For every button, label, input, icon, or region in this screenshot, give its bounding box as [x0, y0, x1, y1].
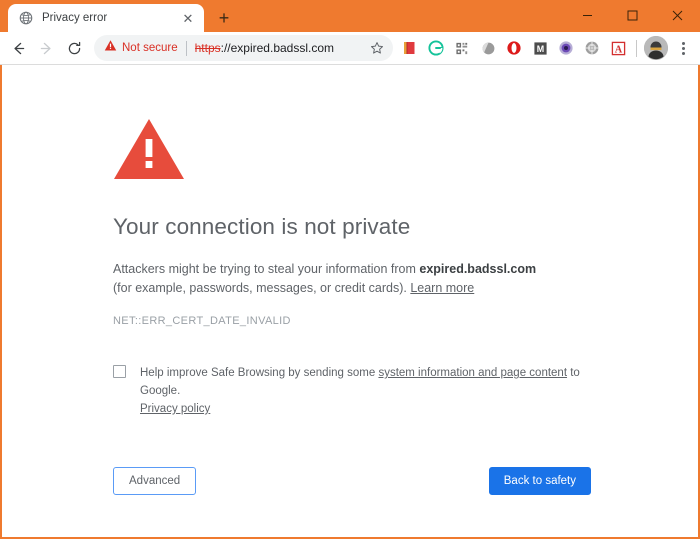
window-controls: [565, 0, 700, 30]
privacy-policy-link[interactable]: Privacy policy: [140, 403, 210, 415]
tab-strip: Privacy error ✕ +: [0, 0, 700, 32]
description-after: (for example, passwords, messages, or cr…: [113, 281, 411, 295]
interstitial-actions: Advanced Back to safety: [113, 467, 591, 495]
menu-dot: [681, 41, 685, 45]
forward-arrow-icon: [32, 34, 60, 62]
grammarly-extension-icon[interactable]: [425, 37, 447, 59]
adobe-acrobat-extension-icon[interactable]: A: [607, 37, 629, 59]
advanced-button[interactable]: Advanced: [113, 467, 197, 495]
svg-text:M: M: [536, 43, 543, 53]
url-text: https://expired.badssl.com: [195, 41, 361, 55]
menu-dot: [681, 51, 685, 55]
security-status[interactable]: Not secure: [104, 39, 178, 57]
safe-browsing-optin-text: Help improve Safe Browsing by sending so…: [140, 364, 583, 418]
ssl-interstitial: Your connection is not private Attackers…: [2, 65, 698, 495]
host-name: expired.badssl.com: [419, 262, 537, 276]
tab-close-icon[interactable]: ✕: [180, 10, 196, 26]
browser-toolbar: Not secure https://expired.badssl.com M …: [0, 32, 700, 65]
url-scheme: https: [194, 41, 221, 55]
minimize-button[interactable]: [565, 0, 610, 30]
description-before: Attackers might be trying to steal your …: [113, 262, 420, 276]
menu-dot: [681, 46, 685, 50]
svg-text:A: A: [614, 44, 622, 55]
profile-avatar[interactable]: [644, 36, 668, 60]
system-information-link[interactable]: system information and page content: [378, 367, 567, 379]
error-code: NET::ERR_CERT_DATE_INVALID: [113, 315, 291, 327]
star-icon[interactable]: [365, 36, 389, 60]
back-to-safety-button[interactable]: Back to safety: [488, 467, 591, 495]
browser-window: Privacy error ✕ + Not secure https://exp…: [0, 0, 700, 539]
omnibox-divider: [185, 40, 187, 56]
toolbar-divider: [636, 39, 637, 57]
interstitial-description: Attackers might be trying to steal your …: [113, 260, 549, 298]
purple-eye-extension-icon[interactable]: [555, 37, 577, 59]
mendeley-m-extension-icon[interactable]: M: [529, 37, 551, 59]
gray-orb-extension-icon[interactable]: [477, 37, 499, 59]
page-title: Your connection is not private: [113, 214, 411, 239]
tab-title: Privacy error: [42, 12, 108, 24]
red-book-extension-icon[interactable]: [399, 37, 421, 59]
chrome-menu-icon[interactable]: [672, 36, 694, 60]
safe-browsing-optin: Help improve Safe Browsing by sending so…: [113, 364, 583, 418]
reload-icon[interactable]: [60, 34, 88, 62]
globe-icon: [18, 10, 34, 26]
page-viewport: Your connection is not private Attackers…: [0, 65, 700, 539]
back-arrow-icon[interactable]: [4, 34, 32, 62]
browser-tab[interactable]: Privacy error ✕: [8, 4, 204, 32]
address-bar[interactable]: Not secure https://expired.badssl.com: [94, 35, 393, 61]
url-rest: ://expired.badssl.com: [220, 41, 335, 55]
red-warning-triangle-icon: [114, 119, 184, 179]
optin-before: Help improve Safe Browsing by sending so…: [140, 367, 379, 379]
maximize-button[interactable]: [610, 0, 655, 30]
qr-grid-extension-icon[interactable]: [451, 37, 473, 59]
warning-triangle-icon: [104, 39, 117, 57]
new-tab-button[interactable]: +: [210, 5, 238, 31]
safe-browsing-checkbox[interactable]: [113, 365, 126, 378]
gray-globe-extension-icon[interactable]: [581, 37, 603, 59]
not-secure-label: Not secure: [122, 42, 178, 54]
learn-more-link[interactable]: Learn more: [410, 281, 474, 295]
opera-o-extension-icon[interactable]: [503, 37, 525, 59]
close-button[interactable]: [655, 0, 700, 30]
